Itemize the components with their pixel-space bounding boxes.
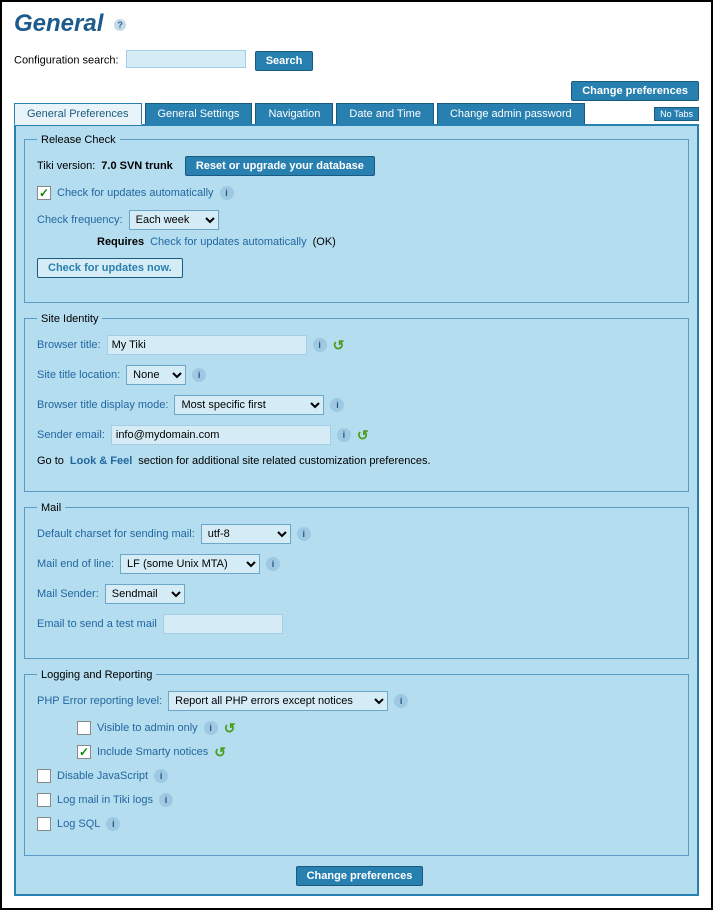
php-error-select[interactable]: Report all PHP errors except notices	[168, 691, 388, 711]
info-icon[interactable]: i	[204, 721, 218, 735]
logging-fieldset: Logging and Reporting PHP Error reportin…	[24, 669, 689, 856]
sender-email-input[interactable]	[111, 425, 331, 445]
reset-icon[interactable]: ↺	[333, 338, 347, 352]
requires-link[interactable]: Check for updates automatically	[150, 236, 307, 248]
charset-select[interactable]: utf-8	[201, 524, 291, 544]
title-location-select[interactable]: None	[126, 365, 186, 385]
tab-navigation[interactable]: Navigation	[255, 103, 333, 124]
config-search-row: Configuration search: Search	[14, 50, 699, 71]
info-icon[interactable]: i	[192, 368, 206, 382]
info-icon[interactable]: i	[297, 527, 311, 541]
search-button[interactable]: Search	[255, 51, 314, 71]
top-bar: Change preferences	[14, 81, 699, 101]
reset-icon[interactable]: ↺	[214, 745, 228, 759]
tiki-version-value: 7.0 SVN trunk	[101, 160, 173, 172]
no-tabs-button[interactable]: No Tabs	[654, 107, 699, 121]
page-title: General ?	[14, 10, 699, 38]
mail-fieldset: Mail Default charset for sending mail: u…	[24, 502, 689, 659]
test-mail-input[interactable]	[163, 614, 283, 634]
tabs: General Preferences General Settings Nav…	[14, 103, 699, 125]
mail-legend: Mail	[37, 502, 65, 514]
config-search-label: Configuration search:	[14, 55, 119, 67]
check-frequency-label: Check frequency:	[37, 214, 123, 226]
main-panel: Release Check Tiki version: 7.0 SVN trun…	[14, 124, 699, 896]
log-sql-label: Log SQL	[57, 818, 100, 830]
release-check-legend: Release Check	[37, 134, 120, 146]
mail-sender-label: Mail Sender:	[37, 588, 99, 600]
smarty-notices-label: Include Smarty notices	[97, 746, 208, 758]
requires-suffix: (OK)	[313, 236, 336, 248]
requires-label: Requires	[97, 236, 144, 248]
browser-title-input[interactable]	[107, 335, 307, 355]
info-icon[interactable]: i	[313, 338, 327, 352]
eol-select[interactable]: LF (some Unix MTA)	[120, 554, 260, 574]
tab-change-admin-password[interactable]: Change admin password	[437, 103, 585, 124]
log-sql-checkbox[interactable]	[37, 817, 51, 831]
visible-admin-label: Visible to admin only	[97, 722, 198, 734]
reset-icon[interactable]: ↺	[224, 721, 238, 735]
info-icon[interactable]: i	[394, 694, 408, 708]
php-error-label: PHP Error reporting level:	[37, 695, 162, 707]
goto-suffix: section for additional site related cust…	[138, 455, 430, 467]
info-icon[interactable]: i	[220, 186, 234, 200]
log-mail-checkbox[interactable]	[37, 793, 51, 807]
tab-general-preferences[interactable]: General Preferences	[14, 103, 142, 125]
charset-label: Default charset for sending mail:	[37, 528, 195, 540]
check-frequency-select[interactable]: Each week	[129, 210, 219, 230]
info-icon[interactable]: i	[106, 817, 120, 831]
disable-js-label: Disable JavaScript	[57, 770, 148, 782]
tiki-version-label: Tiki version:	[37, 160, 95, 172]
help-icon[interactable]: ?	[114, 19, 126, 31]
auto-check-checkbox[interactable]	[37, 186, 51, 200]
browser-title-label: Browser title:	[37, 339, 101, 351]
change-preferences-bottom-button[interactable]: Change preferences	[296, 866, 424, 886]
page-title-text: General	[14, 10, 103, 37]
config-search-input[interactable]	[126, 50, 246, 68]
visible-admin-checkbox[interactable]	[77, 721, 91, 735]
info-icon[interactable]: i	[266, 557, 280, 571]
info-icon[interactable]: i	[330, 398, 344, 412]
title-location-label: Site title location:	[37, 369, 120, 381]
test-mail-label: Email to send a test mail	[37, 618, 157, 630]
tab-general-settings[interactable]: General Settings	[145, 103, 253, 124]
auto-check-label: Check for updates automatically	[57, 187, 214, 199]
display-mode-select[interactable]: Most specific first	[174, 395, 324, 415]
smarty-notices-checkbox[interactable]	[77, 745, 91, 759]
disable-js-checkbox[interactable]	[37, 769, 51, 783]
logging-legend: Logging and Reporting	[37, 669, 156, 681]
look-feel-link[interactable]: Look & Feel	[70, 455, 132, 467]
site-identity-legend: Site Identity	[37, 313, 102, 325]
reset-icon[interactable]: ↺	[357, 428, 371, 442]
info-icon[interactable]: i	[154, 769, 168, 783]
display-mode-label: Browser title display mode:	[37, 399, 168, 411]
mail-sender-select[interactable]: Sendmail	[105, 584, 185, 604]
goto-prefix: Go to	[37, 455, 64, 467]
check-updates-now-button[interactable]: Check for updates now.	[37, 258, 183, 278]
bottom-bar: Change preferences	[24, 866, 689, 886]
info-icon[interactable]: i	[337, 428, 351, 442]
sender-email-label: Sender email:	[37, 429, 105, 441]
change-preferences-top-button[interactable]: Change preferences	[571, 81, 699, 101]
log-mail-label: Log mail in Tiki logs	[57, 794, 153, 806]
reset-upgrade-button[interactable]: Reset or upgrade your database	[185, 156, 375, 176]
info-icon[interactable]: i	[159, 793, 173, 807]
eol-label: Mail end of line:	[37, 558, 114, 570]
site-identity-fieldset: Site Identity Browser title: i ↺ Site ti…	[24, 313, 689, 492]
tab-date-and-time[interactable]: Date and Time	[336, 103, 434, 124]
release-check-fieldset: Release Check Tiki version: 7.0 SVN trun…	[24, 134, 689, 303]
